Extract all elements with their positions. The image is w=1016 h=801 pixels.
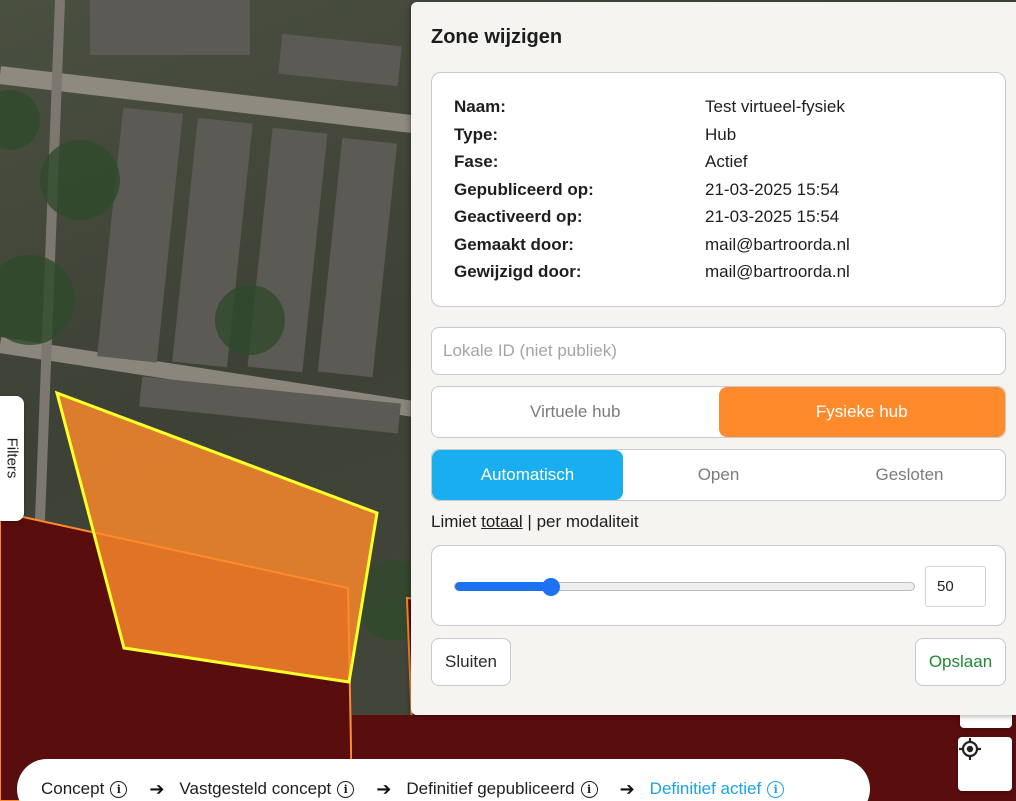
locate-button[interactable] [958,737,1012,791]
zone-edit-panel: Zone wijzigen Naam: Test virtueel-fysiek… [411,2,1016,715]
limit-per-modality-link[interactable]: per modaliteit [537,512,639,531]
step-definitief-gepubliceerd: Definitief gepubliceerd i [406,779,598,799]
limit-mode-line: Limiet totaal | per modaliteit [431,512,639,532]
limit-separator: | [527,512,532,531]
map-road [0,66,422,134]
save-button[interactable]: Opslaan [915,638,1006,686]
step-label: Concept [41,779,105,798]
open-option[interactable]: Open [623,450,814,500]
limit-label: Limiet [431,512,477,531]
physical-hub-option[interactable]: Fysieke hub [718,387,1005,437]
zone-details-card: Naam: Test virtueel-fysiek Type: Hub Fas… [431,72,1006,307]
phase-breadcrumb: Concept i ➔ Vastgesteld concept i ➔ Defi… [17,759,870,801]
arrow-right-icon: ➔ [149,779,165,799]
step-vastgesteld-concept: Vastgesteld concept i [179,779,355,799]
detail-value: mail@bartroorda.nl [705,235,850,254]
hub-type-toggle: Virtuele hub Fysieke hub [431,386,1006,438]
detail-key: Gewijzigd door: [454,262,582,281]
virtual-hub-option[interactable]: Virtuele hub [432,387,719,437]
panel-title: Zone wijzigen [431,26,563,48]
detail-key: Type: [454,125,499,144]
step-label: Definitief actief [649,779,762,798]
step-definitief-actief: Definitief actief i [650,779,785,799]
detail-value: 21-03-2025 15:54 [705,180,840,199]
detail-value: Actief [705,152,748,171]
limit-value-input[interactable]: 50 [925,566,986,607]
detail-value: Hub [705,125,737,144]
filters-tab-label: Filters [3,437,21,479]
detail-value: 21-03-2025 15:54 [705,207,840,226]
detail-key: Geactiveerd op: [454,207,583,226]
local-id-input[interactable] [431,327,1006,375]
info-icon[interactable]: i [337,780,355,798]
limit-slider-fill [455,582,552,591]
arrow-right-icon: ➔ [619,779,635,799]
status-mode-toggle: Automatisch Open Gesloten [431,449,1006,501]
closed-option[interactable]: Gesloten [814,450,1005,500]
arrow-right-icon: ➔ [376,779,392,799]
step-label: Vastgesteld concept [179,779,332,798]
automatic-option[interactable]: Automatisch [432,450,623,500]
detail-value: Test virtueel-fysiek [705,97,845,116]
limit-slider[interactable] [454,577,915,596]
limit-slider-thumb[interactable] [542,577,561,596]
detail-key: Gemaakt door: [454,235,574,254]
step-concept: Concept i [41,779,128,799]
info-icon[interactable]: i [767,780,785,798]
limit-slider-card: 50 [431,545,1006,626]
info-icon[interactable]: i [110,780,128,798]
limit-total-link[interactable]: totaal [481,512,523,531]
detail-key: Gepubliceerd op: [454,180,594,199]
close-button[interactable]: Sluiten [431,638,511,686]
crosshair-icon [959,738,981,760]
detail-key: Fase: [454,152,499,171]
info-icon[interactable]: i [580,780,598,798]
detail-value: mail@bartroorda.nl [705,262,850,281]
step-label: Definitief gepubliceerd [406,779,575,798]
detail-key: Naam: [454,97,506,116]
filters-tab[interactable]: Filters [0,396,24,521]
